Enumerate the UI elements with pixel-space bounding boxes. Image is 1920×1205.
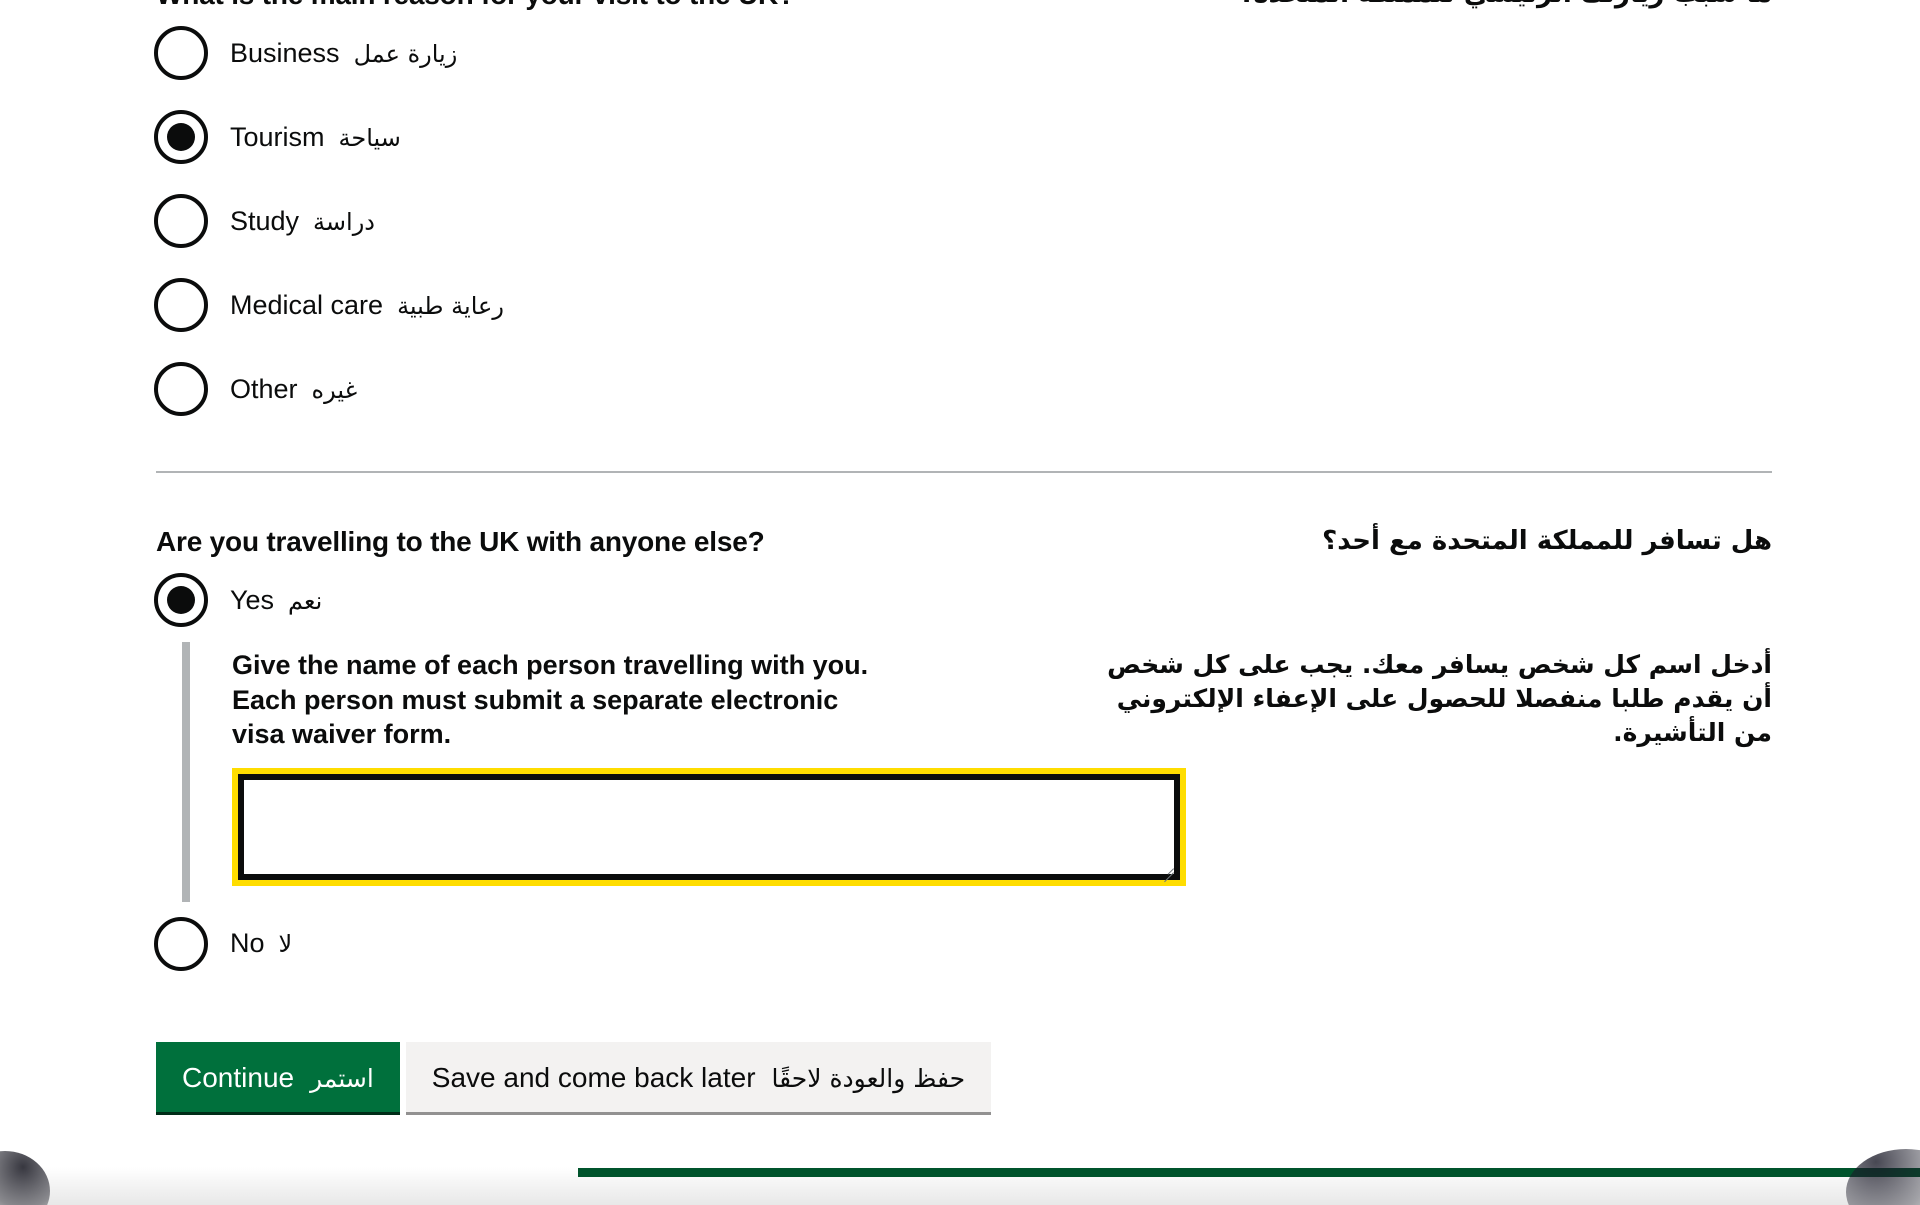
radio-option-no[interactable]: No لا — [154, 902, 1772, 986]
section-divider — [156, 471, 1772, 474]
radio-label-study-en: Study — [230, 205, 300, 236]
radio-option-study[interactable]: Study دراسة — [154, 179, 1772, 263]
corner-shadow-right — [1846, 1149, 1920, 1205]
question-1-group: What is the main reason for your visit t… — [154, 0, 1772, 431]
travel-companions-focus-ring — [232, 767, 1186, 886]
continue-button-label-ar: استمر — [310, 1063, 374, 1093]
question-1-legend-row: What is the main reason for your visit t… — [156, 0, 1772, 11]
radio-label-other-en: Other — [230, 373, 298, 404]
viewport-bottom-fade — [0, 1167, 1920, 1205]
continue-button[interactable]: Continue استمر — [156, 1041, 400, 1112]
radio-option-business[interactable]: Business زيارة عمل — [154, 11, 1772, 95]
radio-option-other[interactable]: Other غيره — [154, 347, 1772, 431]
radio-label-other-ar: غيره — [311, 375, 358, 404]
radio-circle-medical-care[interactable] — [154, 278, 208, 333]
question-1-legend-ar: ما سبب زيارتك الرئيسي للمملكة المتحدة؟ — [1238, 0, 1772, 11]
conditional-hint-en: Give the name of each person travelling … — [232, 650, 869, 750]
radio-label-study-ar: دراسة — [313, 207, 375, 236]
radio-label-no[interactable]: No لا — [230, 930, 292, 957]
radio-label-tourism-en: Tourism — [230, 121, 325, 152]
radio-label-business-ar: زيارة عمل — [353, 39, 458, 68]
radio-label-business-en: Business — [230, 37, 340, 68]
corner-shadow-left — [0, 1151, 50, 1205]
question-2-legend-ar: هل تسافر للمملكة المتحدة مع أحد؟ — [1322, 526, 1772, 557]
form-actions: Continue استمر Save and come back later … — [156, 1041, 1772, 1112]
question-2-legend-en: Are you travelling to the UK with anyone… — [156, 526, 765, 558]
save-and-come-back-button[interactable]: Save and come back later حفظ والعودة لاح… — [405, 1041, 992, 1112]
radio-label-no-ar: لا — [278, 930, 293, 959]
conditional-reveal-panel: Give the name of each person travelling … — [182, 642, 1772, 902]
save-button-label-en: Save and come back later — [431, 1061, 756, 1093]
radio-label-medical-care[interactable]: Medical care رعاية طبية — [230, 289, 504, 320]
radio-label-tourism-ar: سياحة — [338, 123, 401, 152]
radio-option-medical-care[interactable]: Medical care رعاية طبية — [154, 263, 1772, 347]
question-2-group: Are you travelling to the UK with anyone… — [154, 525, 1772, 986]
radio-label-yes-ar: نعم — [288, 586, 323, 615]
question-1-radio-list: Business زيارة عمل Tourism سياحة Study د… — [154, 11, 1772, 431]
conditional-hint-row: Give the name of each person travelling … — [232, 648, 1772, 752]
travel-companions-textarea[interactable] — [238, 773, 1180, 880]
radio-circle-other[interactable] — [154, 362, 208, 417]
radio-label-tourism[interactable]: Tourism سياحة — [230, 121, 401, 152]
radio-label-medical-care-en: Medical care — [230, 289, 384, 320]
radio-option-tourism[interactable]: Tourism سياحة — [154, 95, 1772, 179]
page-footer-accent-bar — [578, 1168, 1920, 1177]
radio-label-yes-en: Yes — [230, 584, 275, 615]
conditional-reveal-yes: Give the name of each person travelling … — [156, 642, 1772, 902]
conditional-hint-ar: أدخل اسم كل شخص يسافر معك. يجب على كل شخ… — [1107, 650, 1772, 748]
radio-option-yes[interactable]: Yes نعم — [154, 558, 1772, 642]
radio-label-study[interactable]: Study دراسة — [230, 205, 375, 236]
question-2-radio-list: Yes نعم Give the name of each person tra… — [154, 558, 1772, 986]
radio-label-yes[interactable]: Yes نعم — [230, 584, 323, 615]
question-1-legend-en: What is the main reason for your visit t… — [156, 0, 795, 11]
radio-circle-tourism[interactable] — [154, 110, 208, 165]
radio-label-medical-care-ar: رعاية طبية — [397, 291, 504, 320]
radio-circle-study[interactable] — [154, 194, 208, 249]
continue-button-label-en: Continue — [182, 1061, 295, 1093]
radio-label-business[interactable]: Business زيارة عمل — [230, 37, 458, 68]
save-button-label-ar: حفظ والعودة لاحقًا — [771, 1063, 966, 1093]
question-2-legend-row: Are you travelling to the UK with anyone… — [156, 525, 1772, 558]
radio-circle-yes[interactable] — [154, 573, 208, 628]
radio-label-no-en: No — [230, 928, 265, 959]
radio-circle-no[interactable] — [154, 916, 208, 971]
radio-circle-business[interactable] — [154, 26, 208, 81]
form-content: What is the main reason for your visit t… — [154, 0, 1772, 1112]
radio-label-other[interactable]: Other غيره — [230, 373, 358, 404]
page-canvas: What is the main reason for your visit t… — [0, 0, 1920, 1205]
